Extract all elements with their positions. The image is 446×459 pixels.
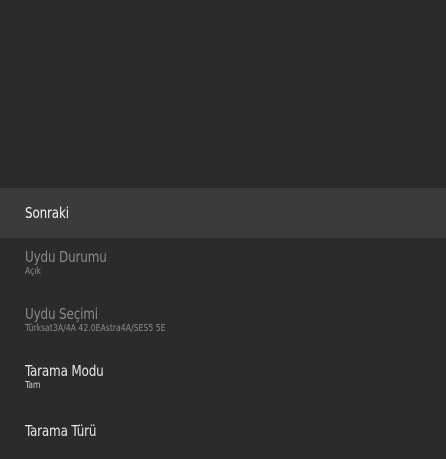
menu-item-label: Tarama Modu: [25, 362, 104, 380]
menu-item-tarama-modu[interactable]: Tarama Modu Tam: [0, 362, 446, 391]
menu-item-label: Uydu Durumu: [25, 248, 107, 266]
menu-item-sonraki[interactable]: Sonraki: [0, 188, 446, 238]
menu-item-value: Tam: [25, 380, 41, 391]
menu-item-label: Uydu Seçimi: [25, 305, 98, 323]
scan-settings-menu: Sonraki Uydu Durumu Açık Uydu Seçimi Tür…: [0, 188, 446, 440]
menu-item-uydu-durumu[interactable]: Uydu Durumu Açık: [0, 248, 446, 277]
menu-item-tarama-turu[interactable]: Tarama Türü: [0, 422, 446, 440]
settings-panel: Sonraki Uydu Durumu Açık Uydu Seçimi Tür…: [0, 0, 446, 459]
menu-item-value: Açık: [25, 266, 42, 277]
menu-item-label: Sonraki: [25, 204, 69, 222]
menu-item-uydu-secimi[interactable]: Uydu Seçimi Türksat3A/4A 42.0EAstra4A/SE…: [0, 305, 446, 334]
menu-item-label: Tarama Türü: [25, 422, 97, 440]
menu-item-value: Türksat3A/4A 42.0EAstra4A/SES5 5E: [25, 323, 166, 334]
